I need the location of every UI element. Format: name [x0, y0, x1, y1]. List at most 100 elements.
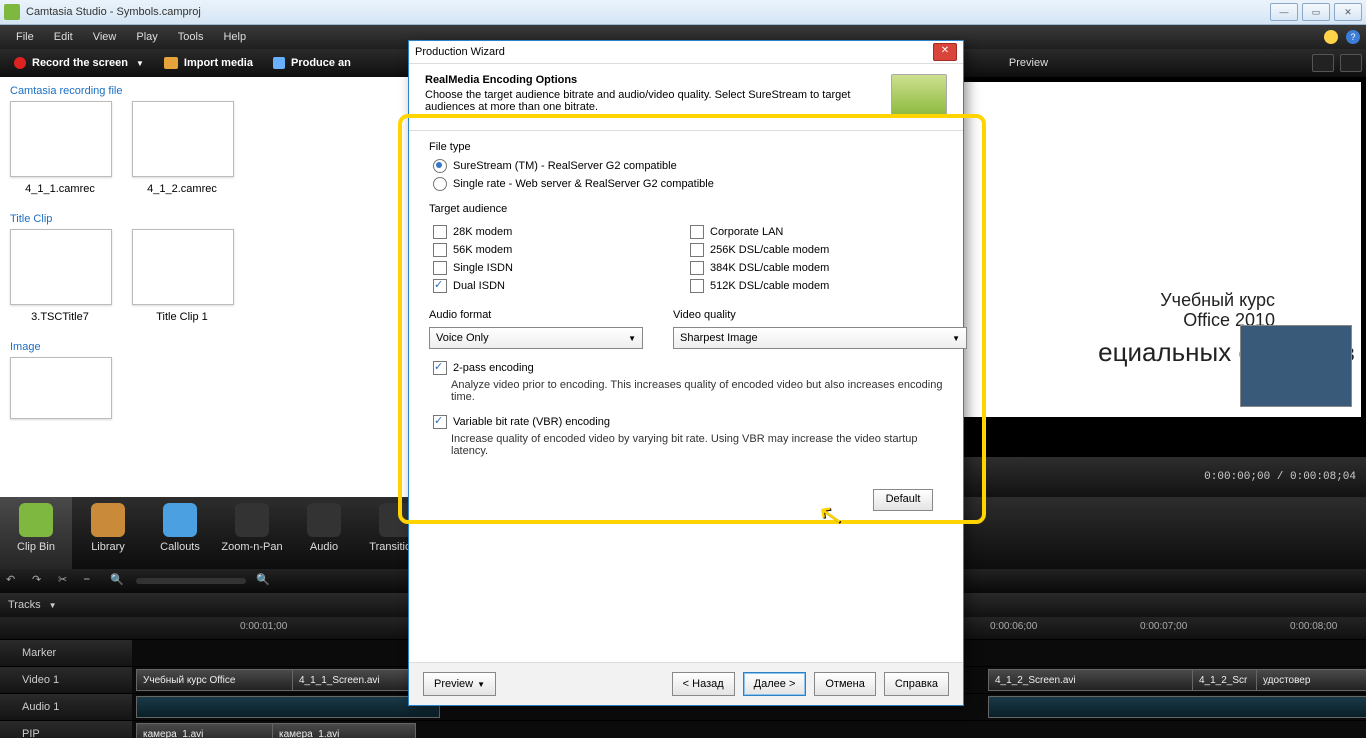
- tab-audio[interactable]: Audio: [288, 497, 360, 569]
- radio-icon: [433, 177, 447, 191]
- help-button[interactable]: Справка: [884, 672, 949, 696]
- check-2pass[interactable]: 2-pass encoding: [433, 361, 943, 375]
- radio-icon: [433, 159, 447, 173]
- import-media-button[interactable]: Import media: [154, 54, 263, 72]
- menu-help[interactable]: Help: [213, 28, 256, 46]
- select-audio-format[interactable]: Voice Only▼: [429, 327, 643, 349]
- menu-file[interactable]: File: [6, 28, 44, 46]
- pip-thumbnail: [1240, 325, 1352, 407]
- undo-icon[interactable]: ↶: [6, 573, 22, 589]
- clip-caption: 3.TSCTitle7: [10, 311, 110, 323]
- chevron-down-icon: ▼: [477, 680, 485, 689]
- minimize-button[interactable]: —: [1270, 3, 1298, 21]
- check-56k[interactable]: 56K modem: [433, 243, 686, 257]
- close-button[interactable]: ✕: [1334, 3, 1362, 21]
- checkbox-icon: [433, 261, 447, 275]
- default-button[interactable]: Default: [873, 489, 933, 511]
- split-icon[interactable]: ⎯: [84, 573, 100, 589]
- app-logo-icon: [4, 4, 20, 20]
- help-icon[interactable]: ?: [1346, 30, 1360, 44]
- desc-2pass: Analyze video prior to encoding. This in…: [451, 379, 943, 403]
- window-titlebar: Camtasia Studio - Symbols.camproj — ▭ ✕: [0, 0, 1366, 25]
- zoom-out-icon[interactable]: 🔍: [110, 573, 126, 589]
- timecode: 0:00:00;00 / 0:00:08;04: [1204, 471, 1356, 483]
- clip-item[interactable]: 4_1_2.camrec: [132, 101, 232, 195]
- tab-library[interactable]: Library: [72, 497, 144, 569]
- pip-clip[interactable]: камера_1.avi: [272, 723, 416, 738]
- dialog-description: Choose the target audience bitrate and a…: [425, 89, 891, 113]
- preview-detach-icon[interactable]: [1312, 54, 1334, 72]
- chevron-down-icon: ▼: [628, 334, 636, 343]
- desc-vbr: Increase quality of encoded video by var…: [451, 433, 943, 457]
- preview-button[interactable]: Preview▼: [423, 672, 496, 696]
- clip-item[interactable]: 4_1_1.camrec: [10, 101, 110, 195]
- next-button[interactable]: Далее >: [743, 672, 807, 696]
- menu-view[interactable]: View: [83, 28, 127, 46]
- chevron-down-icon: ▼: [952, 334, 960, 343]
- record-screen-button[interactable]: Record the screen ▼: [4, 54, 154, 72]
- video-clip[interactable]: Учебный курс Office: [136, 669, 300, 691]
- radio-singlerate[interactable]: Single rate - Web server & RealServer G2…: [433, 177, 943, 191]
- select-video-quality[interactable]: Sharpest Image▼: [673, 327, 967, 349]
- preview-fullscreen-icon[interactable]: [1340, 54, 1362, 72]
- audio-icon: [307, 503, 341, 537]
- zoom-in-icon[interactable]: 🔍: [256, 573, 272, 589]
- tab-clip-bin[interactable]: Clip Bin: [0, 497, 72, 569]
- produce-icon: [273, 57, 285, 69]
- check-dual-isdn[interactable]: Dual ISDN: [433, 279, 686, 293]
- clip-item[interactable]: Title Clip 1: [132, 229, 232, 323]
- check-vbr[interactable]: Variable bit rate (VBR) encoding: [433, 415, 943, 429]
- menu-play[interactable]: Play: [126, 28, 167, 46]
- check-512k[interactable]: 512K DSL/cable modem: [690, 279, 943, 293]
- redo-icon[interactable]: ↷: [32, 573, 48, 589]
- clip-item[interactable]: 3.TSCTitle7: [10, 229, 110, 323]
- dialog-close-button[interactable]: ✕: [933, 43, 957, 61]
- dialog-titlebar: Production Wizard ✕: [409, 41, 963, 64]
- menu-tools[interactable]: Tools: [168, 28, 214, 46]
- checkbox-icon: [433, 361, 447, 375]
- dialog-heading: RealMedia Encoding Options: [425, 74, 577, 86]
- clip-caption: 4_1_2.camrec: [132, 183, 232, 195]
- checkbox-icon: [433, 243, 447, 257]
- maximize-button[interactable]: ▭: [1302, 3, 1330, 21]
- cut-icon[interactable]: ✂: [58, 573, 74, 589]
- produce-label: Produce an: [291, 57, 351, 69]
- zoom-slider[interactable]: [136, 578, 246, 584]
- hint-icon[interactable]: [1324, 30, 1338, 44]
- group-filetype: File type: [429, 141, 943, 153]
- tab-zoom[interactable]: Zoom-n-Pan: [216, 497, 288, 569]
- check-28k[interactable]: 28K modem: [433, 225, 686, 239]
- produce-share-button[interactable]: Produce an: [263, 54, 361, 72]
- group-target: Target audience: [429, 203, 943, 215]
- check-384k[interactable]: 384K DSL/cable modem: [690, 261, 943, 275]
- dialog-title: Production Wizard: [415, 46, 505, 58]
- tab-callouts[interactable]: Callouts: [144, 497, 216, 569]
- callouts-icon: [163, 503, 197, 537]
- clip-caption: Title Clip 1: [132, 311, 232, 323]
- check-corp-lan[interactable]: Corporate LAN: [690, 225, 943, 239]
- chevron-down-icon: ▼: [136, 59, 144, 68]
- pip-clip[interactable]: камера_1.avi: [136, 723, 280, 738]
- audio-clip[interactable]: [136, 696, 440, 718]
- window-title: Camtasia Studio - Symbols.camproj: [26, 6, 201, 18]
- dialog-footer: Preview▼ < Назад Далее > Отмена Справка: [409, 662, 963, 705]
- check-single-isdn[interactable]: Single ISDN: [433, 261, 686, 275]
- back-button[interactable]: < Назад: [672, 672, 735, 696]
- menu-edit[interactable]: Edit: [44, 28, 83, 46]
- clipbin-icon: [19, 503, 53, 537]
- track-pip: PIP камера_1.avi камера_1.avi: [0, 720, 1366, 738]
- record-label: Record the screen: [32, 57, 128, 69]
- clip-item[interactable]: [10, 357, 110, 419]
- import-label: Import media: [184, 57, 253, 69]
- chevron-down-icon[interactable]: ▼: [49, 601, 57, 610]
- video-clip[interactable]: удостовер: [1256, 669, 1366, 691]
- label-video-quality: Video quality: [673, 309, 967, 321]
- cancel-button[interactable]: Отмена: [814, 672, 875, 696]
- video-clip[interactable]: 4_1_2_Scr: [1192, 669, 1266, 691]
- checkbox-icon: [690, 243, 704, 257]
- check-256k[interactable]: 256K DSL/cable modem: [690, 243, 943, 257]
- checkbox-icon: [433, 225, 447, 239]
- radio-surestream[interactable]: SureStream (TM) - RealServer G2 compatib…: [433, 159, 943, 173]
- audio-clip[interactable]: [988, 696, 1366, 718]
- video-clip[interactable]: 4_1_2_Screen.avi: [988, 669, 1202, 691]
